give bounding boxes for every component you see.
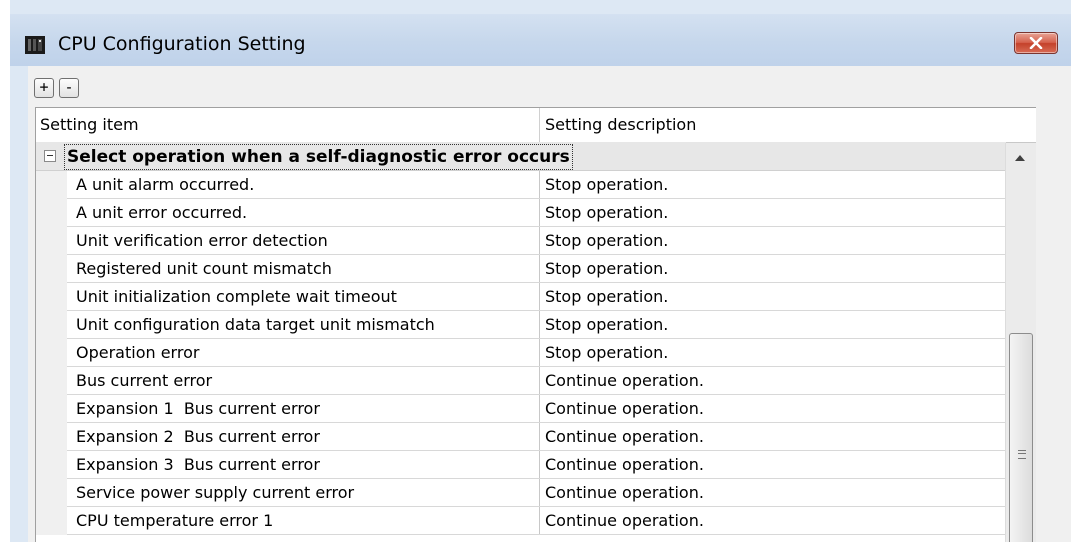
setting-value[interactable]: Continue operation. <box>545 395 704 422</box>
window-title: CPU Configuration Setting <box>58 33 306 55</box>
table-row[interactable]: Expansion 2 Bus current error Continue o… <box>36 423 1006 451</box>
setting-value[interactable]: Stop operation. <box>545 227 668 254</box>
table-row[interactable]: Registered unit count mismatch Stop oper… <box>36 255 1006 283</box>
setting-item: Expansion 1 Bus current error <box>76 399 320 418</box>
table-row[interactable]: A unit alarm occurred. Stop operation. <box>36 171 1006 199</box>
setting-value[interactable]: Continue operation. <box>545 479 704 506</box>
setting-value[interactable]: Continue operation. <box>545 507 704 534</box>
setting-item: Bus current error <box>76 371 213 390</box>
setting-item: CPU temperature error 1 <box>76 511 274 530</box>
table-row[interactable]: Unit verification error detection Stop o… <box>36 227 1006 255</box>
setting-item: Expansion 3 Bus current error <box>76 455 320 474</box>
setting-item: Unit configuration data target unit mism… <box>76 315 435 334</box>
group-row-self-diagnostic[interactable]: Select operation when a self-diagnostic … <box>36 142 1006 171</box>
setting-value[interactable]: Stop operation. <box>545 283 668 310</box>
window-edge <box>0 0 10 542</box>
table-row[interactable]: Unit configuration data target unit mism… <box>36 311 1006 339</box>
table-row[interactable]: Operation error Stop operation. <box>36 339 1006 367</box>
setting-item: A unit error occurred. <box>76 203 248 222</box>
setting-value[interactable]: Stop operation. <box>545 339 668 366</box>
column-divider[interactable] <box>539 108 540 142</box>
table-row[interactable]: Bus current error Continue operation. <box>36 367 1006 395</box>
expand-all-button[interactable]: + <box>34 78 54 98</box>
scroll-up-arrow-icon[interactable] <box>1015 155 1025 161</box>
scroll-thumb[interactable] <box>1009 333 1033 542</box>
setting-value[interactable]: Continue operation. <box>545 451 704 478</box>
cpu-configuration-window: CPU Configuration Setting + - Setting it… <box>0 0 1071 542</box>
column-header-setting-item[interactable]: Setting item <box>40 108 139 142</box>
table-row[interactable]: Expansion 1 Bus current error Continue o… <box>36 395 1006 423</box>
setting-value[interactable]: Stop operation. <box>545 311 668 338</box>
table-row[interactable]: Unit initialization complete wait timeou… <box>36 283 1006 311</box>
collapse-all-button[interactable]: - <box>59 78 79 98</box>
table-row[interactable]: Expansion 3 Bus current error Continue o… <box>36 451 1006 479</box>
setting-value[interactable]: Stop operation. <box>545 199 668 226</box>
title-bar[interactable]: CPU Configuration Setting <box>10 14 1071 66</box>
group-title: Select operation when a self-diagnostic … <box>64 144 573 170</box>
settings-grid: Setting item Setting description Select … <box>35 107 1036 542</box>
table-row[interactable]: A unit error occurred. Stop operation. <box>36 199 1006 227</box>
table-row[interactable]: CPU temperature error 1 Continue operati… <box>36 507 1006 535</box>
table-row[interactable]: Service power supply current error Conti… <box>36 479 1006 507</box>
setting-item: A unit alarm occurred. <box>76 175 255 194</box>
setting-value[interactable]: Continue operation. <box>545 423 704 450</box>
setting-value[interactable]: Stop operation. <box>545 255 668 282</box>
close-icon <box>1029 37 1043 49</box>
setting-item: Service power supply current error <box>76 483 355 502</box>
setting-item: Unit initialization complete wait timeou… <box>76 287 397 306</box>
close-button[interactable] <box>1014 32 1058 54</box>
vertical-scrollbar[interactable] <box>1005 143 1036 542</box>
cpu-module-icon <box>25 36 45 54</box>
setting-item: Operation error <box>76 343 200 362</box>
collapse-minus-icon[interactable] <box>44 150 56 162</box>
dialog-body: + - Setting item Setting description Sel… <box>28 66 1071 542</box>
setting-value[interactable]: Continue operation. <box>545 367 704 394</box>
column-header-setting-description[interactable]: Setting description <box>545 108 696 142</box>
setting-item: Expansion 2 Bus current error <box>76 427 320 446</box>
setting-value[interactable]: Stop operation. <box>545 171 668 198</box>
grip-icon <box>1018 450 1026 459</box>
setting-item: Unit verification error detection <box>76 231 328 250</box>
setting-item: Registered unit count mismatch <box>76 259 332 278</box>
grid-header: Setting item Setting description <box>36 108 1036 143</box>
